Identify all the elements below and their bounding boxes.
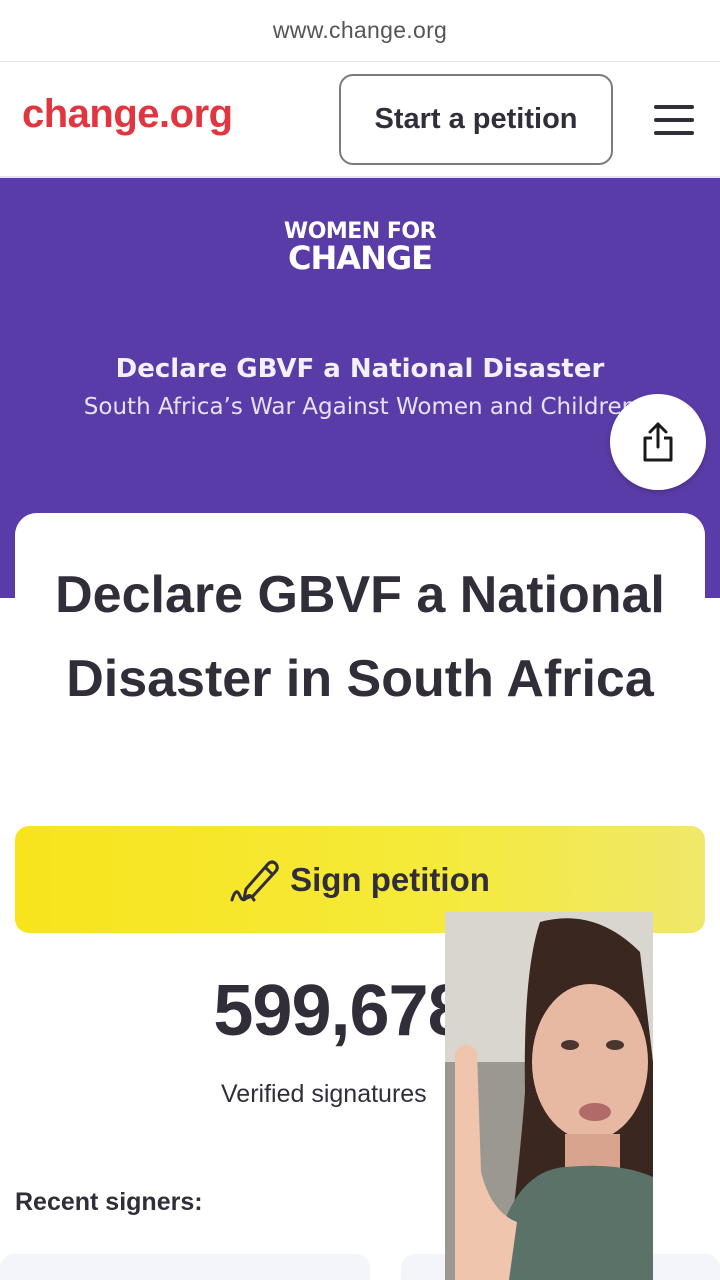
share-icon bbox=[643, 422, 673, 462]
women-for-change-logo: WOMEN FOR CHANGE bbox=[0, 221, 720, 277]
site-header: change.org Start a petition bbox=[0, 62, 720, 178]
recent-signers-heading: Recent signers: bbox=[15, 1188, 203, 1216]
address-bar[interactable]: www.change.org bbox=[0, 0, 720, 62]
start-petition-button[interactable]: Start a petition bbox=[339, 74, 613, 165]
petition-title: Declare GBVF a National Disaster in Sout… bbox=[55, 566, 665, 708]
webcam-video bbox=[445, 912, 653, 1280]
share-button[interactable] bbox=[610, 394, 706, 490]
petition-card: Declare GBVF a National Disaster in Sout… bbox=[15, 513, 705, 833]
pen-icon bbox=[230, 860, 279, 901]
brand-line-2: CHANGE bbox=[288, 238, 433, 277]
banner-title: Declare GBVF a National Disaster bbox=[115, 354, 605, 384]
sign-petition-label: Sign petition bbox=[290, 860, 490, 898]
verified-signatures-label[interactable]: Verified signatures bbox=[221, 1080, 427, 1109]
change-org-logo[interactable]: change.org bbox=[22, 92, 233, 137]
url-text: www.change.org bbox=[272, 17, 448, 43]
webcam-overlay bbox=[445, 912, 653, 1280]
menu-icon[interactable] bbox=[654, 105, 694, 135]
recent-signer-card bbox=[0, 1254, 370, 1280]
banner-subtitle: South Africa’s War Against Women and Chi… bbox=[83, 394, 637, 420]
